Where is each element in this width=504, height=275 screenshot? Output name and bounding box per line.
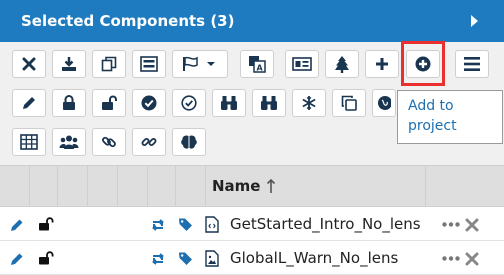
table-row[interactable]: GlobalL_Warn_No_lens (0, 241, 504, 275)
find-button[interactable] (212, 89, 246, 117)
header-col-flag[interactable] (88, 166, 118, 206)
header-col-lock[interactable] (30, 166, 58, 206)
users-icon (59, 135, 79, 149)
remove-button[interactable] (12, 50, 46, 78)
lock-button[interactable] (52, 89, 86, 117)
table-header: Name (0, 165, 504, 207)
link-button[interactable] (92, 128, 126, 156)
table-button[interactable] (12, 128, 46, 156)
menu-icon (464, 57, 480, 71)
id-card-icon (292, 57, 312, 71)
unlock-icon[interactable] (38, 217, 54, 231)
clone-button[interactable] (332, 89, 366, 117)
download-button[interactable] (52, 50, 86, 78)
pencil-icon (23, 97, 35, 109)
code-file-icon[interactable] (205, 216, 219, 233)
name-column-header[interactable]: Name (212, 177, 260, 195)
more-options-icon[interactable] (442, 256, 460, 261)
flag-dropdown-button[interactable] (172, 50, 228, 78)
edit-button[interactable] (12, 89, 46, 117)
download-icon (62, 57, 76, 71)
freeze-button[interactable] (292, 89, 326, 117)
selected-components-panel: Selected Components (3) A Add to project… (0, 0, 504, 275)
expand-triangle-icon[interactable] (471, 15, 478, 27)
clone-icon (341, 95, 357, 111)
tooltip-line-1: Add to (408, 98, 454, 114)
tags-icon[interactable] (178, 251, 194, 267)
link-icon (102, 136, 116, 148)
header-col-sync[interactable] (118, 166, 148, 206)
menu-button[interactable] (455, 50, 489, 78)
globe-button[interactable] (372, 89, 396, 117)
sync-icon[interactable] (150, 218, 166, 232)
header-col-divider (425, 166, 426, 206)
row-name[interactable]: GetStarted_Intro_No_lens (230, 215, 421, 233)
brain-icon (181, 135, 197, 149)
approve-button[interactable] (132, 89, 166, 117)
sync-icon[interactable] (150, 252, 166, 266)
tooltip-line-2: project (408, 118, 457, 134)
unlock-button[interactable] (92, 89, 126, 117)
snowflake-icon (302, 96, 316, 110)
add-button[interactable] (365, 50, 399, 78)
plus-icon (376, 58, 388, 70)
unlock-icon (102, 95, 117, 110)
globe-icon (378, 96, 391, 110)
header-col-tag[interactable] (148, 166, 176, 206)
panel-title: Selected Components (3) (21, 12, 235, 30)
check-circle-icon (141, 95, 157, 111)
copy-button[interactable] (92, 50, 126, 78)
translate-icon: A (249, 56, 266, 73)
list-icon (140, 56, 158, 72)
row-name[interactable]: GlobalL_Warn_No_lens (230, 249, 398, 267)
unlink-button[interactable] (132, 128, 166, 156)
translate-button[interactable]: A (240, 50, 274, 78)
users-button[interactable] (52, 128, 86, 156)
table-row[interactable]: GetStarted_Intro_No_lens (0, 207, 504, 241)
table-icon (20, 134, 38, 150)
header-col-checkbox[interactable] (0, 166, 30, 206)
id-card-button[interactable] (285, 50, 319, 78)
header-col-status[interactable] (58, 166, 88, 206)
pencil-icon[interactable] (10, 218, 24, 232)
review-button[interactable] (172, 89, 206, 117)
tree-button[interactable] (325, 50, 359, 78)
tooltip: Add to project (397, 90, 503, 144)
add-to-project-highlight (401, 41, 445, 86)
find-replace-button[interactable] (252, 89, 286, 117)
unlink-icon (141, 138, 157, 146)
flag-icon (183, 56, 215, 71)
list-button[interactable] (132, 50, 166, 78)
unlock-icon[interactable] (38, 251, 54, 265)
tags-icon[interactable] (178, 217, 194, 233)
image-file-icon[interactable] (205, 250, 219, 267)
header-col-type[interactable] (176, 166, 206, 206)
copy-icon (101, 56, 117, 72)
lock-icon (63, 95, 75, 110)
remove-icon[interactable] (465, 218, 479, 232)
binoculars-icon (221, 96, 237, 110)
pencil-icon[interactable] (10, 252, 24, 266)
panel-header[interactable]: Selected Components (3) (0, 0, 504, 42)
close-icon (22, 57, 36, 71)
sort-ascending-icon[interactable] (266, 178, 276, 194)
binoculars-icon (261, 96, 277, 110)
remove-icon[interactable] (465, 252, 479, 266)
check-circle-outline-icon (181, 95, 197, 111)
more-options-icon[interactable] (442, 222, 460, 227)
svg-text:A: A (257, 64, 264, 73)
brain-button[interactable] (172, 128, 206, 156)
tree-icon (335, 56, 349, 73)
